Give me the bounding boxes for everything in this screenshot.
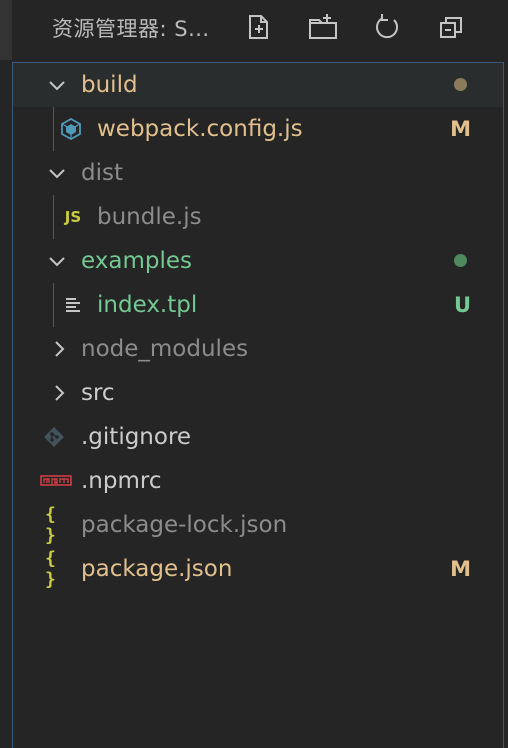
refresh-button[interactable]	[370, 10, 404, 44]
untracked-dot-icon	[454, 254, 467, 267]
folder-label: build	[81, 72, 138, 98]
explorer-title: 资源管理器: S...	[52, 17, 210, 41]
tree-item-package-json[interactable]: { } package.json M	[13, 547, 503, 591]
text-file-icon	[62, 294, 84, 316]
file-label: webpack.config.js	[97, 116, 303, 142]
tree-item-npmrc[interactable]: .npmrc	[13, 459, 503, 503]
npm-icon	[39, 470, 73, 492]
js-icon: JS	[64, 208, 82, 226]
file-label: package.json	[81, 556, 233, 582]
chevron-down-icon	[49, 81, 65, 91]
tree-item-index-tpl[interactable]: index.tpl U	[13, 283, 503, 327]
git-status-badge: U	[453, 293, 471, 317]
tree-item-src[interactable]: src	[13, 371, 503, 415]
tree-item-build[interactable]: build	[13, 63, 503, 107]
folder-label: dist	[81, 160, 123, 186]
tree-item-package-lock[interactable]: { } package-lock.json	[13, 503, 503, 547]
new-folder-icon	[309, 14, 337, 39]
webpack-icon	[60, 118, 82, 140]
explorer-header: 资源管理器: S...	[0, 0, 508, 60]
folder-label: src	[81, 380, 115, 406]
file-label: index.tpl	[97, 292, 198, 318]
file-label: bundle.js	[97, 204, 202, 230]
json-icon: { }	[45, 504, 56, 546]
new-file-icon	[249, 15, 268, 39]
tree-item-webpack-config[interactable]: webpack.config.js M	[13, 107, 503, 151]
tree-item-gitignore[interactable]: .gitignore	[13, 415, 503, 459]
new-folder-button[interactable]	[306, 10, 340, 44]
git-icon	[43, 426, 65, 448]
git-status-badge: M	[450, 117, 471, 141]
file-tree: build webpack.config.js M dist JS bundle…	[12, 62, 504, 748]
folder-label: examples	[81, 248, 192, 274]
json-icon: { }	[45, 548, 56, 590]
chevron-down-icon	[49, 169, 65, 179]
explorer-panel: 资源管理器: S... build webpack.config.js M di…	[0, 0, 508, 748]
new-file-button[interactable]	[242, 10, 276, 44]
file-label: package-lock.json	[81, 512, 288, 538]
chevron-right-icon	[55, 341, 65, 357]
chevron-right-icon	[55, 385, 65, 401]
modified-dot-icon	[454, 78, 467, 91]
tree-item-node-modules[interactable]: node_modules	[13, 327, 503, 371]
chevron-down-icon	[49, 257, 65, 267]
file-label: .gitignore	[81, 424, 192, 450]
tree-item-examples[interactable]: examples	[13, 239, 503, 283]
collapse-all-button[interactable]	[434, 10, 468, 44]
collapse-all-icon	[440, 17, 462, 38]
tree-item-dist[interactable]: dist	[13, 151, 503, 195]
git-status-badge: M	[450, 557, 471, 581]
refresh-icon	[376, 14, 399, 39]
file-label: .npmrc	[81, 468, 162, 494]
tree-item-bundle-js[interactable]: JS bundle.js	[13, 195, 503, 239]
folder-label: node_modules	[81, 336, 249, 362]
